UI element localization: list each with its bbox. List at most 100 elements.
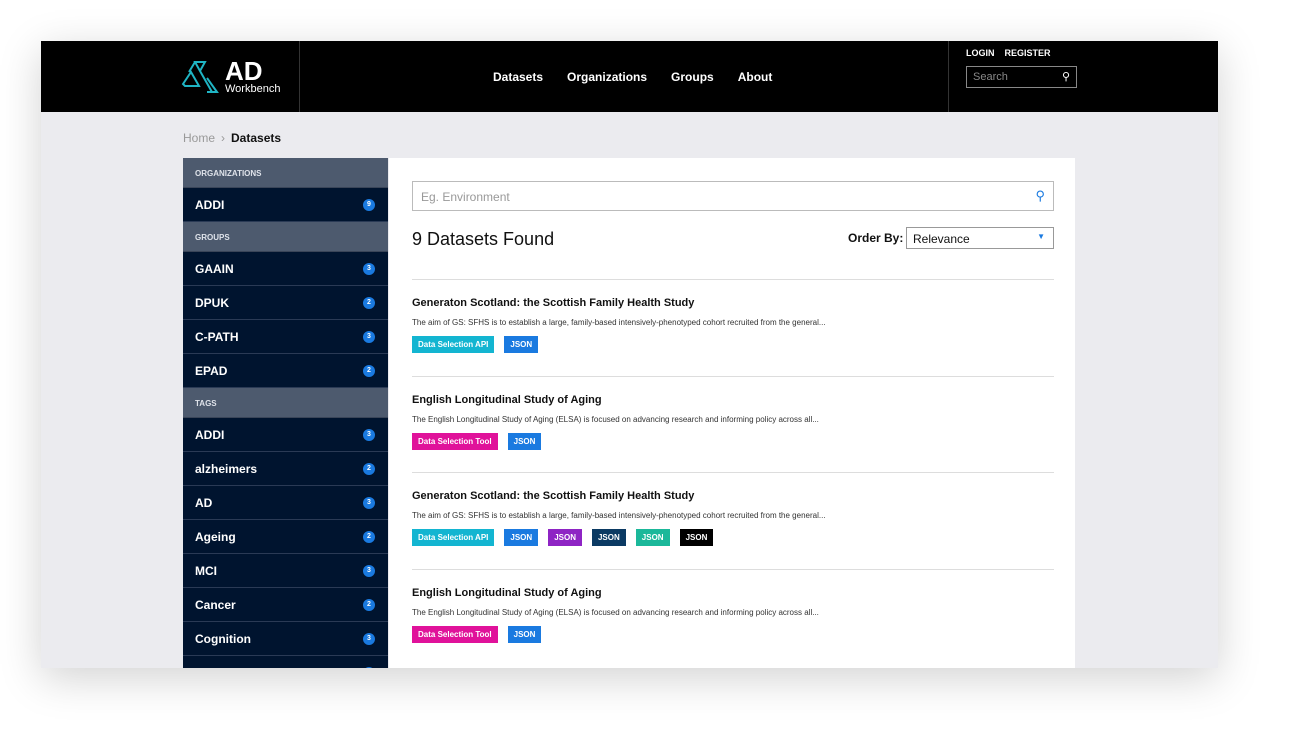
tag-list: Data Selection API JSON JSON JSON JSON JSON [412, 529, 1054, 546]
search-placeholder: Search [973, 71, 1008, 83]
filter-label: C-PATH [195, 330, 239, 344]
filter-label: alzheimers [195, 462, 258, 476]
filter-label: AD [195, 496, 213, 510]
tag-list: Data Selection Tool JSON [412, 432, 1054, 450]
nav-about[interactable]: About [738, 70, 773, 84]
format-tag[interactable]: Data Selection Tool [412, 432, 498, 450]
sidebar-filter-item[interactable]: AD 3 [183, 486, 388, 520]
sidebar-filter-item[interactable]: Cancer 2 [183, 588, 388, 622]
dataset-title[interactable]: Generaton Scotland: the Scottish Family … [412, 490, 1054, 502]
results-count: 9 Datasets Found [412, 229, 555, 249]
header-search-input[interactable]: Search ⚲ [966, 66, 1077, 88]
count-badge: 9 [363, 199, 375, 211]
order-by-label: Order By: [848, 231, 904, 245]
sidebar-section-header: ORGANIZATIONS [183, 158, 388, 188]
register-link[interactable]: REGISTER [1005, 48, 1051, 58]
sidebar-filter-item[interactable]: GAAIN 3 [183, 252, 388, 286]
chevron-right-icon: › [221, 131, 226, 145]
count-badge: 3 [363, 633, 375, 645]
browser-window: AD Workbench Datasets Organizations Group… [41, 41, 1218, 668]
count-badge: 2 [363, 667, 375, 668]
dataset-result: Generaton Scotland: the Scottish Family … [412, 279, 1054, 375]
sidebar-filter-item[interactable]: C-PATH 3 [183, 320, 388, 354]
nav-groups[interactable]: Groups [671, 70, 714, 84]
logo-icon [181, 61, 219, 93]
count-badge: 3 [363, 565, 375, 577]
nav-datasets[interactable]: Datasets [493, 70, 543, 84]
sidebar-filter-item[interactable]: Ageing 2 [183, 520, 388, 554]
dataset-search-input[interactable]: Eg. Environment ⚲ [412, 181, 1054, 211]
format-tag[interactable]: JSON [635, 529, 670, 546]
nav-organizations[interactable]: Organizations [567, 70, 647, 84]
dataset-title[interactable]: English Longitudinal Study of Aging [412, 394, 1054, 406]
sidebar-filter-item[interactable]: DPUK 2 [183, 286, 388, 320]
filter-label: ADDI [195, 428, 225, 442]
search-placeholder: Eg. Environment [421, 190, 510, 204]
main-nav: Datasets Organizations Groups About [493, 70, 772, 84]
count-badge: 3 [363, 331, 375, 343]
count-badge: 3 [363, 429, 375, 441]
filter-sidebar: ORGANIZATIONS ADDI 9 GROUPS GAAIN 3 DPUK 2 C-PAT… [183, 158, 388, 668]
logo-subtitle: Workbench [225, 83, 281, 95]
logo[interactable]: AD Workbench [181, 56, 281, 95]
sidebar-filter-item[interactable]: EPAD 2 [183, 354, 388, 388]
search-icon[interactable]: ⚲ [1035, 188, 1045, 204]
format-tag[interactable]: JSON [507, 625, 542, 643]
filter-label: Cognition [195, 632, 251, 646]
sidebar-filter-item[interactable]: MCI 3 [183, 554, 388, 588]
sidebar-filter-item[interactable]: ADDI 3 [183, 418, 388, 452]
filter-label: Cancer [195, 598, 236, 612]
count-badge: 2 [363, 297, 375, 309]
sidebar-filter-item[interactable]: ADDI 9 [183, 188, 388, 222]
search-icon[interactable]: ⚲ [1062, 70, 1070, 83]
filter-label: Ageing [195, 530, 236, 544]
format-tag[interactable]: JSON [548, 529, 582, 546]
caret-down-icon: ▼ [1037, 232, 1045, 241]
dataset-description: The English Longitudinal Study of Aging … [412, 607, 819, 617]
format-tag[interactable]: JSON [679, 529, 714, 546]
count-badge: 2 [363, 599, 375, 611]
order-by-select[interactable]: Relevance ▼ [906, 227, 1054, 249]
breadcrumb: Home › Datasets [183, 131, 281, 145]
dataset-title[interactable]: Generaton Scotland: the Scottish Family … [412, 297, 1054, 309]
breadcrumb-home[interactable]: Home [183, 131, 215, 145]
format-tag[interactable]: Data Selection API [412, 529, 495, 546]
count-badge: 2 [363, 365, 375, 377]
sidebar-filter-item[interactable]: alzheimers 2 [183, 452, 388, 486]
count-badge: 3 [363, 263, 375, 275]
dataset-result: English Longitudinal Study of Aging The E… [412, 568, 1054, 665]
count-badge: 2 [363, 463, 375, 475]
format-tag[interactable]: JSON [504, 336, 539, 353]
filter-label: ADDI [195, 198, 225, 212]
dataset-result: English Longitudinal Study of Aging The E… [412, 375, 1054, 472]
divider [948, 41, 949, 112]
filter-label: MCI [195, 564, 217, 578]
format-tag[interactable]: JSON [504, 529, 539, 546]
breadcrumb-current: Datasets [231, 131, 282, 145]
filter-label: CPAD [195, 666, 228, 668]
tag-list: Data Selection Tool JSON [412, 625, 1054, 643]
format-tag[interactable]: JSON [591, 529, 626, 546]
sidebar-section-header: GROUPS [183, 222, 388, 252]
login-link[interactable]: LOGIN [966, 48, 995, 58]
filter-label: DPUK [195, 296, 230, 310]
filter-label: EPAD [195, 364, 228, 378]
format-tag[interactable]: Data Selection Tool [412, 625, 498, 643]
order-by-value: Relevance [913, 232, 970, 246]
dataset-description: The aim of GS: SFHS is to establish a la… [412, 318, 826, 327]
site-header: AD Workbench Datasets Organizations Group… [41, 41, 1218, 112]
sidebar-filter-item[interactable]: CPAD 2 [183, 656, 388, 668]
dataset-title[interactable]: English Longitudinal Study of Aging [412, 587, 1054, 599]
sidebar-section-header: TAGS [183, 388, 388, 418]
results-panel: Eg. Environment ⚲ 9 Datasets Found Order … [389, 158, 1075, 668]
dataset-description: The English Longitudinal Study of Aging … [412, 414, 819, 424]
format-tag[interactable]: Data Selection API [412, 336, 495, 353]
logo-title: AD [225, 56, 263, 86]
dataset-description: The aim of GS: SFHS is to establish a la… [412, 511, 826, 520]
dataset-result: Generaton Scotland: the Scottish Family … [412, 472, 1054, 568]
divider [299, 41, 300, 112]
format-tag[interactable]: JSON [507, 432, 542, 450]
count-badge: 3 [363, 497, 375, 509]
count-badge: 2 [363, 531, 375, 543]
sidebar-filter-item[interactable]: Cognition 3 [183, 622, 388, 656]
